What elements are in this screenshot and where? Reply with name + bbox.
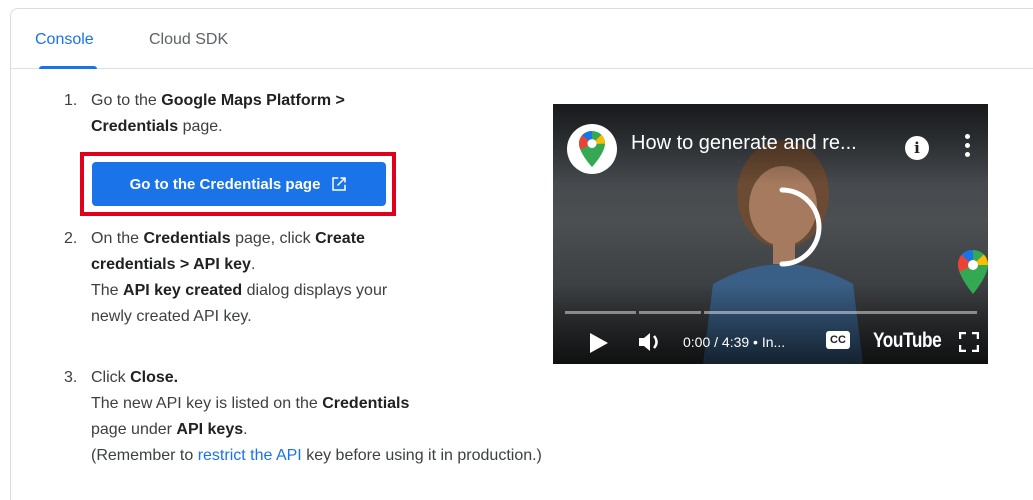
progress-segment bbox=[639, 311, 701, 314]
tab-bar: Console Cloud SDK bbox=[11, 9, 1033, 69]
step-text: Click bbox=[91, 369, 131, 386]
info-icon[interactable]: i bbox=[905, 136, 929, 160]
step-text: page, click bbox=[230, 230, 316, 247]
button-label: Go to the Credentials page bbox=[129, 175, 321, 193]
maps-pin-icon bbox=[958, 250, 988, 294]
step-emphasis: Google Maps Platform > bbox=[161, 92, 345, 109]
step-text: page. bbox=[178, 118, 223, 135]
step-body: On the Credentials page, click Create cr… bbox=[91, 226, 521, 330]
video-controls: 0:00 / 4:39 • In... CC YouTube bbox=[553, 324, 988, 360]
tab-console[interactable]: Console bbox=[35, 31, 94, 49]
step-text: page under bbox=[91, 421, 177, 438]
progress-segment bbox=[704, 311, 977, 314]
step-emphasis: Credentials bbox=[91, 118, 179, 135]
step-emphasis: Create bbox=[315, 230, 365, 247]
step-emphasis: credentials > API key bbox=[91, 256, 251, 273]
step-body: Go to the Google Maps Platform > Credent… bbox=[91, 88, 521, 140]
step-emphasis: API keys bbox=[176, 421, 244, 438]
step-number: 3. bbox=[64, 369, 78, 386]
youtube-logo[interactable]: YouTube bbox=[873, 329, 942, 353]
video-title[interactable]: How to generate and re... bbox=[631, 132, 891, 155]
step-text: newly created API key. bbox=[91, 308, 252, 325]
step-text: The new API key is listed on the bbox=[91, 395, 323, 412]
step-emphasis: Credentials bbox=[143, 230, 231, 247]
video-progress-bar[interactable] bbox=[565, 311, 977, 314]
captions-icon[interactable]: CC bbox=[826, 331, 850, 349]
volume-icon[interactable] bbox=[637, 330, 663, 354]
google-maps-logo-icon bbox=[567, 124, 617, 174]
step-text: The bbox=[91, 282, 124, 299]
step-body: Click Close. The new API key is listed o… bbox=[91, 365, 711, 469]
open-in-new-icon bbox=[332, 177, 347, 191]
step-text: . bbox=[243, 421, 248, 438]
step-text: . bbox=[250, 256, 256, 273]
step-number: 2. bbox=[64, 230, 78, 247]
step-emphasis: Credentials bbox=[322, 395, 410, 412]
restrict-api-link[interactable]: restrict the API bbox=[198, 447, 302, 464]
step-text: On the bbox=[91, 230, 144, 247]
step-text: (Remember to bbox=[91, 447, 198, 464]
active-tab-indicator bbox=[39, 66, 97, 69]
tab-cloud-sdk[interactable]: Cloud SDK bbox=[149, 31, 228, 49]
play-icon[interactable] bbox=[587, 332, 609, 354]
step-text: key before using it in production.) bbox=[301, 447, 542, 464]
step-text: Go to the bbox=[91, 92, 162, 109]
step-number: 1. bbox=[64, 92, 78, 109]
more-options-icon[interactable] bbox=[965, 134, 973, 162]
video-time: 0:00 / 4:39 • In... bbox=[683, 334, 786, 350]
step-emphasis: API key created bbox=[123, 282, 243, 299]
embedded-video-player[interactable]: How to generate and re... i 0:00 / 4:39 … bbox=[553, 104, 988, 364]
step-text: dialog displays your bbox=[242, 282, 388, 299]
loading-spinner-icon bbox=[779, 187, 822, 267]
step-emphasis: Close. bbox=[130, 369, 179, 386]
fullscreen-icon[interactable] bbox=[959, 332, 979, 352]
progress-segment bbox=[565, 311, 636, 314]
go-to-credentials-button[interactable]: Go to the Credentials page bbox=[92, 162, 386, 206]
